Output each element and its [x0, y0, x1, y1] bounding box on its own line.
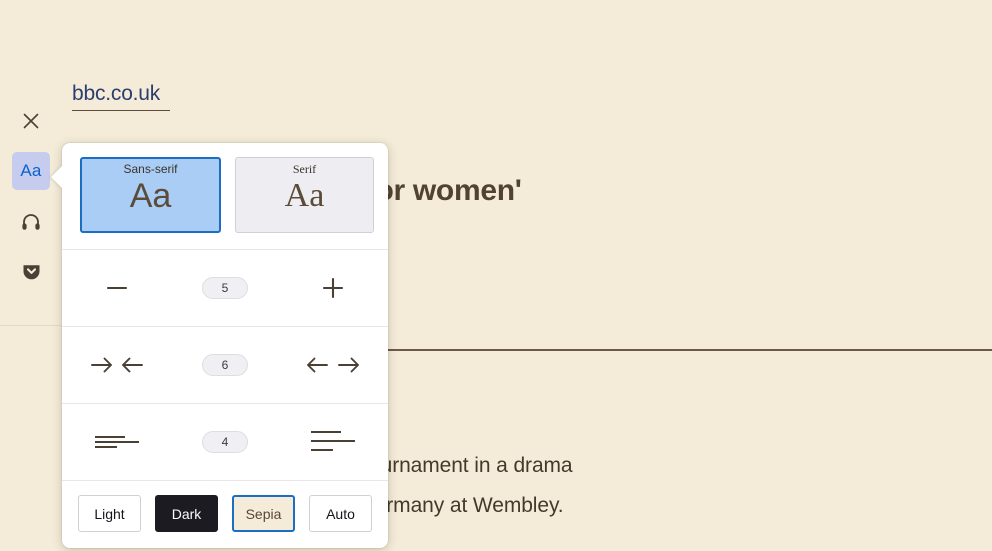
color-scheme-sepia-button[interactable]: Sepia [232, 495, 295, 532]
pocket-icon [21, 261, 42, 282]
lines-tight-icon [92, 429, 142, 455]
color-scheme-auto-button[interactable]: Auto [309, 495, 372, 532]
line-spacing-increase-button[interactable] [302, 420, 364, 464]
type-controls-icon: Aa [20, 161, 42, 180]
color-scheme-light-button[interactable]: Light [78, 495, 141, 532]
type-controls-button[interactable]: Aa [12, 152, 50, 190]
arrows-outward-icon [305, 353, 361, 377]
font-type-label: Sans-serif [123, 162, 178, 176]
font-type-label: Serif [292, 162, 317, 176]
type-controls-panel: Sans-serif Aa Serif Aa 5 6 4 Light Dark … [51, 143, 388, 548]
content-width-increase-button[interactable] [302, 343, 364, 387]
headphones-icon [20, 211, 42, 233]
close-icon [21, 111, 41, 131]
line-spacing-value: 4 [202, 431, 248, 453]
line-spacing-section: 4 [62, 404, 388, 481]
font-size-value: 5 [202, 277, 248, 299]
close-reader-view-button[interactable] [12, 102, 50, 140]
minus-icon [103, 274, 131, 302]
font-size-increase-button[interactable] [302, 266, 364, 310]
font-type-section: Sans-serif Aa Serif Aa [62, 143, 388, 250]
panel-pointer-arrow [51, 165, 63, 189]
font-sample-text: Aa [284, 177, 325, 214]
font-type-serif-button[interactable]: Serif Aa [235, 157, 374, 233]
plus-icon [319, 274, 347, 302]
font-size-decrease-button[interactable] [86, 266, 148, 310]
font-type-sans-serif-button[interactable]: Sans-serif Aa [80, 157, 221, 233]
content-width-decrease-button[interactable] [86, 343, 148, 387]
line-spacing-decrease-button[interactable] [86, 420, 148, 464]
font-size-section: 5 [62, 250, 388, 327]
narrate-button[interactable] [12, 203, 50, 241]
article-domain-link[interactable]: bbc.co.uk [72, 82, 160, 106]
reader-toolbar: Aa [0, 0, 62, 551]
lines-loose-icon [308, 427, 358, 457]
domain-link-underline [72, 110, 170, 111]
arrows-inward-icon [89, 353, 145, 377]
save-to-pocket-button[interactable] [12, 252, 50, 290]
color-scheme-section: Light Dark Sepia Auto [62, 481, 388, 548]
color-scheme-dark-button[interactable]: Dark [155, 495, 218, 532]
content-width-section: 6 [62, 327, 388, 404]
font-sample-text: Aa [129, 177, 172, 215]
content-width-value: 6 [202, 354, 248, 376]
